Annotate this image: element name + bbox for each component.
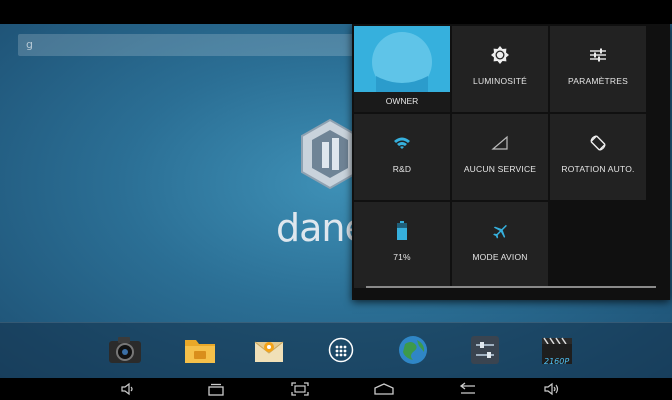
settings-app-icon[interactable] (468, 333, 502, 367)
wifi-tile[interactable]: R&D (354, 114, 450, 200)
airplane-mode-label: MODE AVION (472, 252, 528, 262)
user-avatar (354, 26, 450, 92)
quick-settings-panel: OWNER LUMINOSITÉ PARAMÈTRES R&D AUCUN SE… (352, 24, 670, 300)
airplane-icon (493, 224, 507, 239)
owner-tile[interactable]: OWNER (354, 26, 450, 112)
settings-tile[interactable]: PARAMÈTRES (550, 26, 646, 112)
volume-up-icon[interactable] (540, 381, 564, 397)
settings-sliders-icon (590, 48, 606, 62)
volume-down-icon[interactable] (116, 381, 140, 397)
settings-label: PARAMÈTRES (568, 76, 628, 86)
browser-icon[interactable] (396, 333, 430, 367)
screen-rotation-icon (590, 135, 606, 151)
dock: 2160P (0, 322, 672, 379)
battery-label: 71% (393, 252, 411, 262)
back-icon[interactable] (456, 381, 480, 397)
battery-icon (397, 221, 407, 240)
mobile-data-tile[interactable]: AUCUN SERVICE (452, 114, 548, 200)
navigation-bar (0, 378, 672, 400)
brightness-label: LUMINOSITÉ (473, 76, 527, 86)
camera-icon[interactable] (108, 333, 142, 367)
brightness-icon (491, 46, 509, 64)
video-badge: 2160P (544, 357, 570, 366)
owner-label: OWNER (385, 96, 419, 106)
screenshot-icon[interactable] (288, 381, 312, 397)
rotation-tile[interactable]: ROTATION AUTO. (550, 114, 646, 200)
airplane-mode-tile[interactable]: MODE AVION (452, 202, 548, 288)
recent-apps-icon[interactable] (204, 381, 228, 397)
brightness-tile[interactable]: LUMINOSITÉ (452, 26, 548, 112)
signal-icon (491, 135, 508, 150)
app-drawer-icon[interactable] (324, 333, 358, 367)
video-player-icon[interactable]: 2160P (538, 333, 578, 367)
battery-tile[interactable]: 71% (354, 202, 450, 288)
rotation-label: ROTATION AUTO. (561, 164, 635, 174)
email-icon[interactable] (252, 333, 286, 367)
google-search-icon: g (26, 38, 33, 51)
wifi-label: R&D (392, 164, 412, 174)
folder-icon[interactable] (183, 333, 217, 367)
panel-handle[interactable] (366, 286, 656, 288)
status-bar (0, 0, 672, 24)
home-icon[interactable] (372, 381, 396, 397)
mobile-data-label: AUCUN SERVICE (463, 164, 537, 174)
wifi-icon (394, 137, 410, 149)
